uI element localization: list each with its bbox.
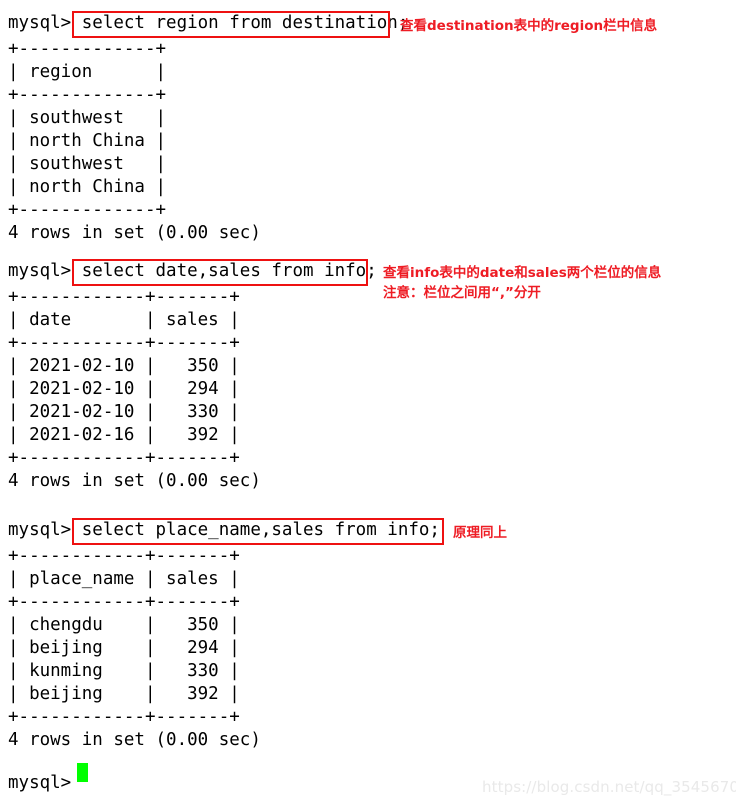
terminal-line: +------------+-------+ — [8, 707, 240, 727]
terminal-line: | 2021-02-16 | 392 | — [8, 425, 240, 445]
terminal-line: +------------+-------+ — [8, 287, 240, 307]
terminal-line: | kunming | 330 | — [8, 661, 240, 681]
terminal-line: | date | sales | — [8, 310, 240, 330]
terminal-line: | 2021-02-10 | 350 | — [8, 356, 240, 376]
terminal-line: 4 rows in set (0.00 sec) — [8, 223, 261, 243]
annotation-line: 注意：栏位之间用“,”分开 — [383, 285, 541, 301]
terminal-line: | beijing | 392 | — [8, 684, 240, 704]
mysql-terminal-window[interactable]: mysql> select region from destination; +-… — [0, 0, 736, 808]
terminal-line: | southwest | — [8, 154, 167, 174]
terminal-line: | chengdu | 350 | — [8, 615, 240, 635]
terminal-line: +------------+-------+ — [8, 448, 240, 468]
terminal-line: +------------+-------+ — [8, 546, 240, 566]
terminal-line: | north China | — [8, 177, 167, 197]
terminal-line: +-------------+ — [8, 200, 167, 220]
terminal-line: | region | — [8, 62, 167, 82]
annotation-note: 查看destination表中的region栏中信息 — [400, 16, 657, 36]
terminal-line: +-------------+ — [8, 39, 167, 59]
terminal-line: | north China | — [8, 131, 167, 151]
terminal-line: | place_name | sales | — [8, 569, 240, 589]
terminal-line: | 2021-02-10 | 330 | — [8, 402, 240, 422]
terminal-line: | 2021-02-10 | 294 | — [8, 379, 240, 399]
annotation-note: 查看info表中的date和sales两个栏位的信息 注意：栏位之间用“,”分开 — [383, 263, 661, 303]
terminal-line: | southwest | — [8, 108, 167, 128]
terminal-line: +------------+-------+ — [8, 592, 240, 612]
terminal-line: 4 rows in set (0.00 sec) — [8, 730, 261, 750]
terminal-line: mysql> select region from destination; — [8, 13, 409, 33]
annotation-line: 查看info表中的date和sales两个栏位的信息 — [383, 265, 662, 281]
terminal-line: 4 rows in set (0.00 sec) — [8, 471, 261, 491]
annotation-note: 原理同上 — [453, 523, 507, 543]
terminal-line: +-------------+ — [8, 85, 167, 105]
terminal-line: mysql> select date,sales from info; — [8, 261, 377, 281]
terminal-line: mysql> select place_name,sales from info… — [8, 520, 440, 540]
terminal-cursor — [77, 763, 88, 782]
terminal-line: | beijing | 294 | — [8, 638, 240, 658]
terminal-line: mysql> — [8, 773, 72, 793]
annotation-line: 原理同上 — [453, 525, 507, 541]
csdn-watermark: https://blog.csdn.net/qq_35456705 — [482, 778, 736, 796]
annotation-line: 查看destination表中的region栏中信息 — [400, 18, 658, 34]
terminal-line: +------------+-------+ — [8, 333, 240, 353]
